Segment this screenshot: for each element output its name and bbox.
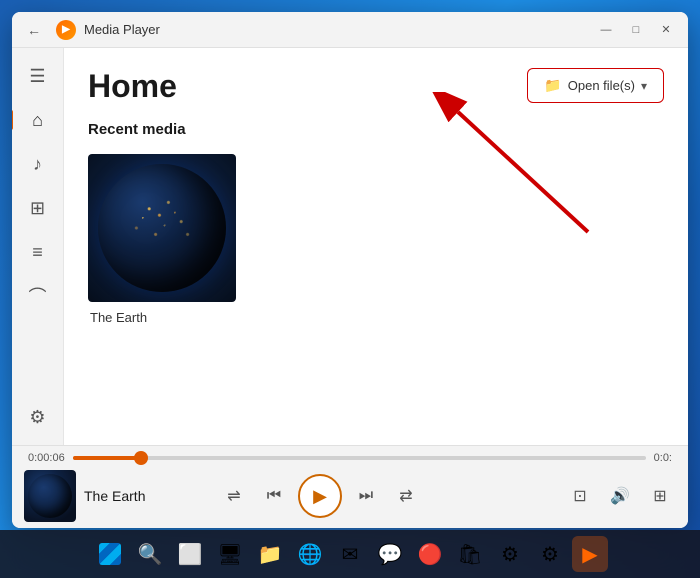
folder-icon: 📁 bbox=[544, 77, 561, 94]
sidebar: ☰ ⌂ ♪ ⊞ ≡ ⌒ ⚙ bbox=[12, 48, 64, 445]
now-playing-thumbnail bbox=[24, 470, 76, 522]
miniplayer-button[interactable]: ⊞ bbox=[644, 480, 676, 512]
sidebar-item-cast[interactable]: ⌒ bbox=[18, 276, 58, 316]
windows-icon bbox=[99, 543, 121, 565]
progress-thumb bbox=[134, 451, 148, 465]
content-area: ☰ ⌂ ♪ ⊞ ≡ ⌒ ⚙ Home 📁 Open file(s) ▾ Rece… bbox=[12, 48, 688, 445]
page-header: Home 📁 Open file(s) ▾ bbox=[64, 48, 688, 105]
remote-icon: ⚙ bbox=[501, 542, 519, 567]
main-page: Home 📁 Open file(s) ▾ Recent media The E… bbox=[64, 48, 688, 445]
taskbar-chrome[interactable]: 🔴 bbox=[412, 536, 448, 572]
taskbar-start[interactable] bbox=[92, 536, 128, 572]
explorer-icon: 🖥 bbox=[217, 542, 242, 567]
mediaplayer-icon: ▶ bbox=[582, 542, 597, 567]
taskbar-mediaplayer[interactable]: ▶ bbox=[572, 536, 608, 572]
app-logo: ▶ bbox=[56, 20, 76, 40]
sidebar-item-settings[interactable]: ⚙ bbox=[18, 397, 58, 437]
media-player-window: ← ▶ Media Player — □ ✕ ☰ ⌂ ♪ ⊞ ≡ ⌒ ⚙ Hom… bbox=[12, 12, 688, 528]
progress-fill bbox=[73, 456, 142, 460]
back-button[interactable]: ← bbox=[20, 16, 48, 44]
taskbar-messenger[interactable]: 💬 bbox=[372, 536, 408, 572]
play-button[interactable]: ▶ bbox=[298, 474, 342, 518]
mail-icon: ✉ bbox=[342, 542, 359, 567]
files-icon: 📁 bbox=[258, 542, 283, 567]
store-icon: 🛍 bbox=[457, 542, 482, 567]
window-controls: — □ ✕ bbox=[592, 16, 680, 44]
page-title: Home bbox=[88, 68, 177, 105]
app-title: Media Player bbox=[84, 22, 584, 37]
settings-icon: ⚙ bbox=[541, 542, 559, 567]
media-thumbnail-image bbox=[88, 154, 236, 302]
player-bar: 0:00:06 0:0: The Earth ⇌ ⏮ ▶ ⏭ ⇄ ⊡ 🔊 ⊞ bbox=[12, 445, 688, 528]
edge-icon: 🌐 bbox=[298, 542, 323, 567]
progress-area: 0:00:06 0:0: bbox=[12, 446, 688, 464]
chrome-icon: 🔴 bbox=[418, 542, 443, 567]
taskbar-settings[interactable]: ⚙ bbox=[532, 536, 568, 572]
maximize-button[interactable]: □ bbox=[622, 16, 650, 44]
messenger-icon: 💬 bbox=[378, 542, 403, 567]
sidebar-item-home[interactable]: ⌂ bbox=[18, 100, 58, 140]
recent-section: Recent media The Earth bbox=[64, 105, 688, 341]
earth-sphere bbox=[88, 154, 236, 302]
time-total: 0:0: bbox=[654, 452, 672, 464]
progress-track[interactable] bbox=[73, 456, 646, 460]
next-button[interactable]: ⏭ bbox=[350, 480, 382, 512]
previous-button[interactable]: ⏮ bbox=[258, 480, 290, 512]
taskbar-edge[interactable]: 🌐 bbox=[292, 536, 328, 572]
now-playing-title: The Earth bbox=[84, 488, 210, 504]
shuffle-button[interactable]: ⇌ bbox=[218, 480, 250, 512]
taskbar-explorer[interactable]: 🖥 bbox=[212, 536, 248, 572]
taskbar: 🔍 ⬜ 🖥 📁 🌐 ✉ 💬 🔴 🛍 ⚙ ⚙ ▶ bbox=[0, 530, 700, 578]
titlebar: ← ▶ Media Player — □ ✕ bbox=[12, 12, 688, 48]
search-icon: 🔍 bbox=[138, 542, 163, 567]
taskbar-store[interactable]: 🛍 bbox=[452, 536, 488, 572]
taskview-icon: ⬜ bbox=[178, 542, 203, 567]
recent-label: Recent media bbox=[88, 121, 664, 138]
sidebar-item-videos[interactable]: ⊞ bbox=[18, 188, 58, 228]
taskbar-remote[interactable]: ⚙ bbox=[492, 536, 528, 572]
sidebar-item-playlist[interactable]: ≡ bbox=[18, 232, 58, 272]
media-thumb-earth[interactable]: The Earth bbox=[88, 154, 236, 325]
subtitles-button[interactable]: ⊡ bbox=[564, 480, 596, 512]
sidebar-item-music[interactable]: ♪ bbox=[18, 144, 58, 184]
taskbar-mail[interactable]: ✉ bbox=[332, 536, 368, 572]
open-files-button[interactable]: 📁 Open file(s) ▾ bbox=[527, 68, 664, 103]
media-thumb-title: The Earth bbox=[88, 310, 236, 325]
sidebar-item-menu[interactable]: ☰ bbox=[18, 56, 58, 96]
minimize-button[interactable]: — bbox=[592, 16, 620, 44]
close-button[interactable]: ✕ bbox=[652, 16, 680, 44]
chevron-down-icon: ▾ bbox=[641, 79, 647, 93]
taskbar-taskview[interactable]: ⬜ bbox=[172, 536, 208, 572]
taskbar-files[interactable]: 📁 bbox=[252, 536, 288, 572]
open-files-label: Open file(s) bbox=[568, 78, 635, 93]
taskbar-search[interactable]: 🔍 bbox=[132, 536, 168, 572]
player-controls: The Earth ⇌ ⏮ ▶ ⏭ ⇄ ⊡ 🔊 ⊞ bbox=[12, 464, 688, 528]
repeat-button[interactable]: ⇄ bbox=[390, 480, 422, 512]
volume-button[interactable]: 🔊 bbox=[604, 480, 636, 512]
time-current: 0:00:06 bbox=[28, 452, 65, 464]
